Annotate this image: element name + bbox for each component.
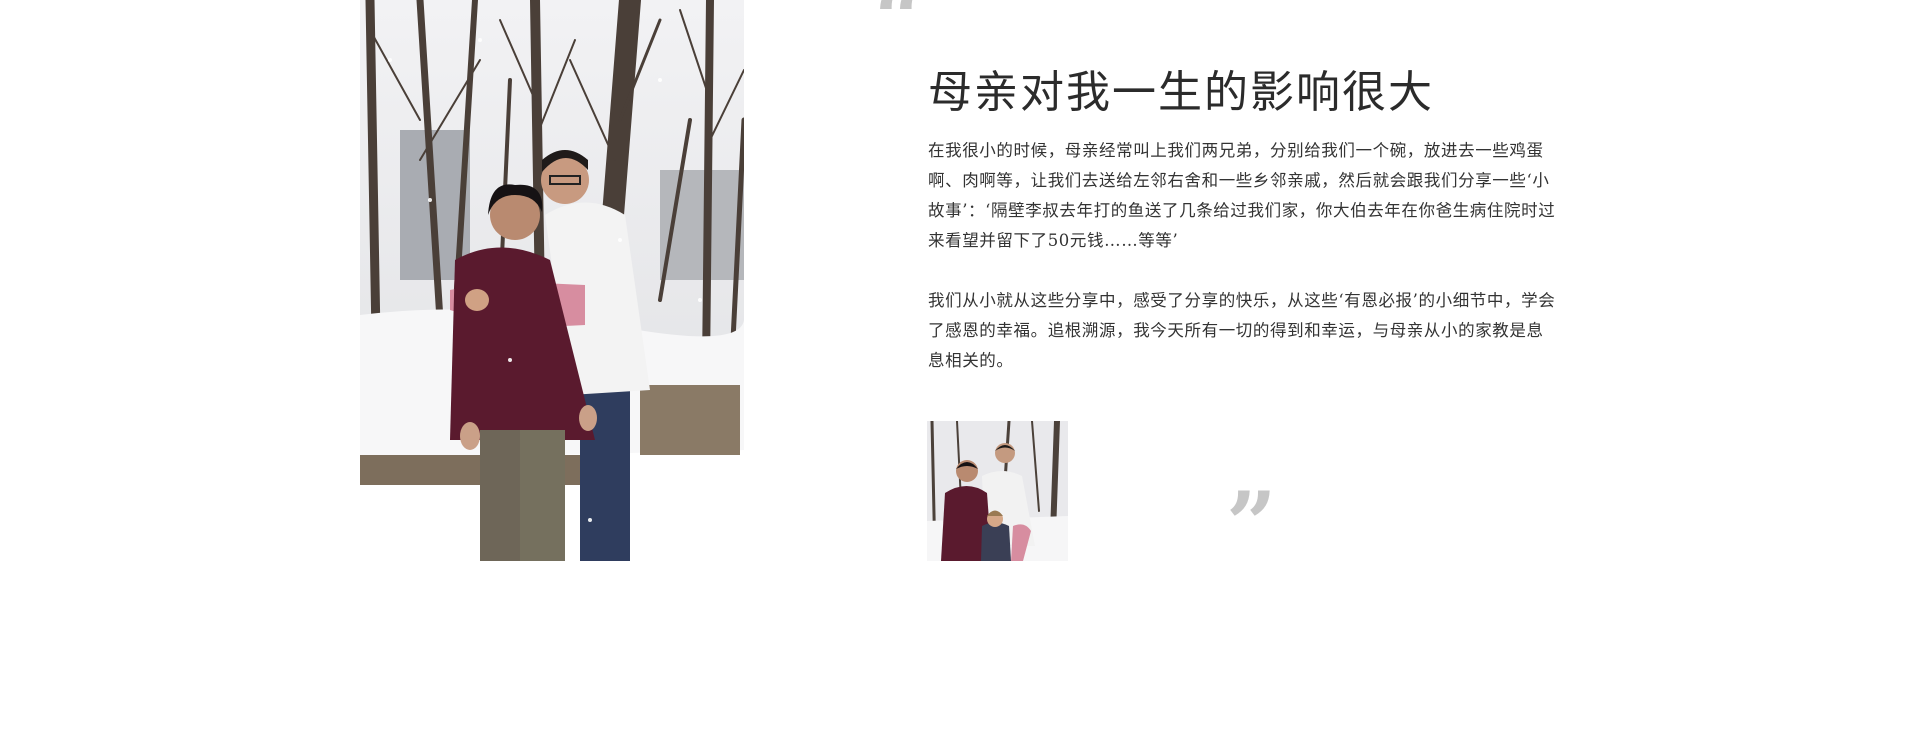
article-paragraph-2: 我们从小就从这些分享中，感受了分享的快乐，从这些‘有恩必报’的小细节中，学会了感… (928, 291, 1556, 370)
quote-open-mark: “ (874, 0, 925, 70)
main-photo (360, 0, 744, 561)
small-photo (927, 421, 1068, 561)
quote-close-mark: ” (1226, 472, 1277, 576)
article-paragraph-1: 在我很小的时候，母亲经常叫上我们两兄弟，分别给我们一个碗，放进去一些鸡蛋啊、肉啊… (928, 141, 1556, 250)
article-section: “ 母亲对我一生的影响很大 在我很小的时候，母亲经常叫上我们两兄弟，分别给我们一… (0, 0, 1920, 741)
article-heading: 母亲对我一生的影响很大 (928, 67, 1434, 118)
